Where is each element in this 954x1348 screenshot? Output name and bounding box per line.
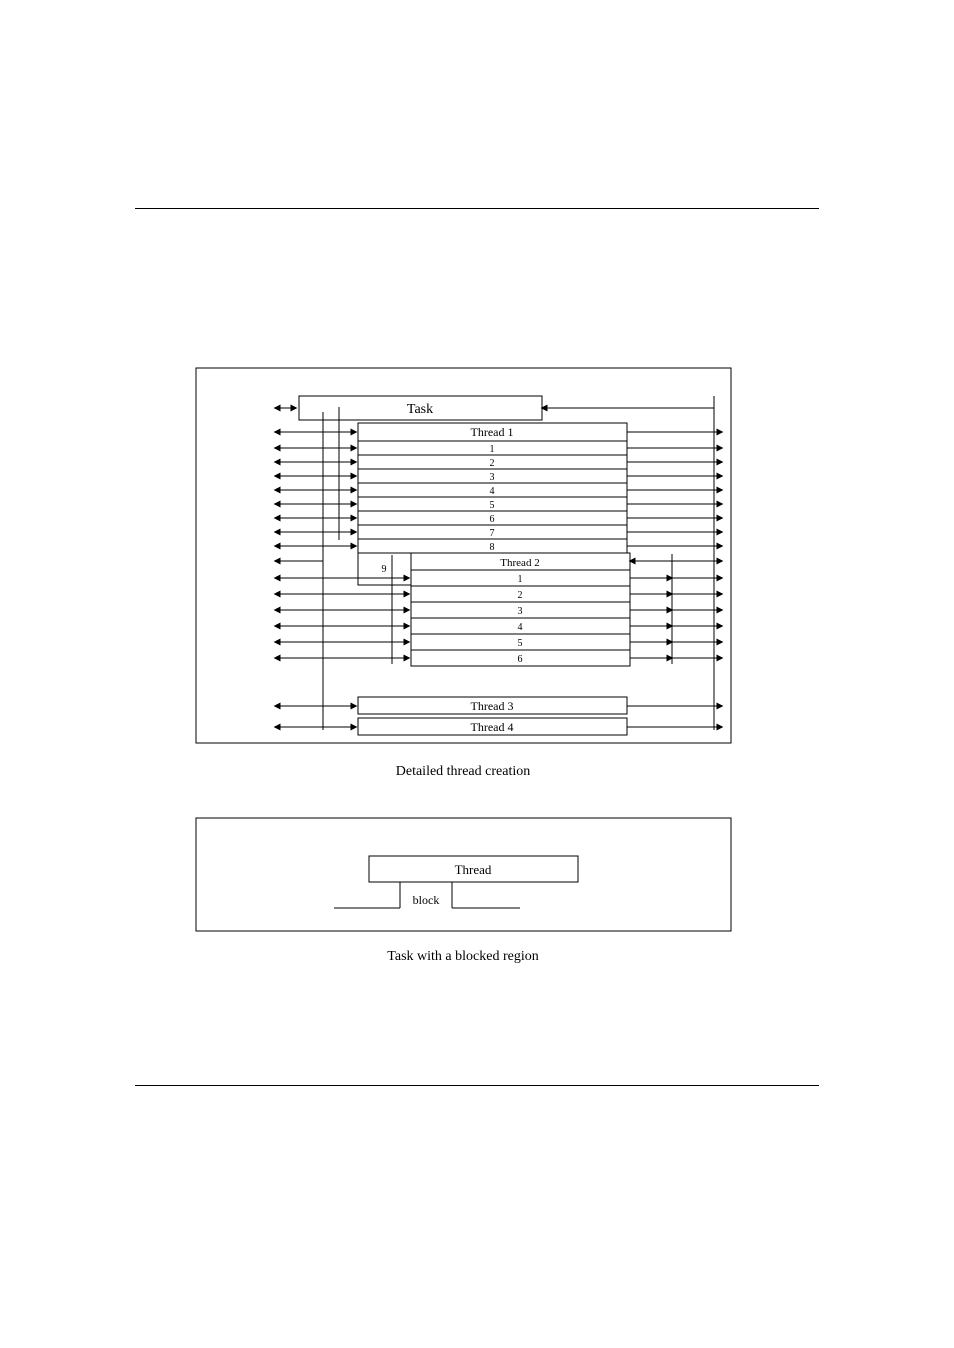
figure-thread-creation: Task Thread 1 [196, 368, 731, 779]
svg-text:5: 5 [490, 500, 495, 511]
thread2-label: Thread 2 [500, 557, 539, 569]
block-label: block [413, 893, 440, 907]
thread1-title-row: Thread 1 [275, 423, 722, 441]
thread4-label: Thread 4 [471, 720, 514, 734]
header-rule [135, 208, 819, 209]
svg-text:8: 8 [490, 542, 495, 553]
page: Task Thread 1 [0, 0, 954, 1348]
footer-rule [135, 1085, 819, 1086]
svg-text:3: 3 [490, 472, 495, 483]
figures-svg: Task Thread 1 [0, 0, 954, 1348]
svg-text:6: 6 [518, 654, 523, 665]
svg-text:9: 9 [382, 564, 387, 575]
svg-text:3: 3 [518, 606, 523, 617]
svg-text:2: 2 [518, 590, 523, 601]
svg-text:1: 1 [490, 444, 495, 455]
thread-label: Thread [455, 862, 492, 877]
thread3-label: Thread 3 [471, 699, 514, 713]
svg-text:5: 5 [518, 638, 523, 649]
svg-text:1: 1 [518, 574, 523, 585]
svg-text:7: 7 [490, 528, 495, 539]
figure1-caption: Detailed thread creation [396, 764, 530, 779]
svg-text:4: 4 [490, 486, 495, 497]
thread1-sub-rows: 1 2 3 4 [275, 441, 722, 553]
svg-text:2: 2 [490, 458, 495, 469]
thread2-sub-rows: 1 2 3 4 [275, 570, 722, 666]
task-label: Task [407, 402, 433, 417]
thread4-row: Thread 4 [275, 718, 722, 735]
thread1-label: Thread 1 [471, 425, 514, 439]
thread3-row: Thread 3 [275, 697, 722, 714]
svg-text:4: 4 [518, 622, 523, 633]
svg-text:6: 6 [490, 514, 495, 525]
figure2-caption: Task with a blocked region [387, 949, 538, 964]
figure-blocked-region: Thread block Task with a blocked region [196, 818, 731, 964]
thread2-title-row: Thread 2 9 [275, 553, 722, 585]
task-row: Task [275, 396, 714, 420]
